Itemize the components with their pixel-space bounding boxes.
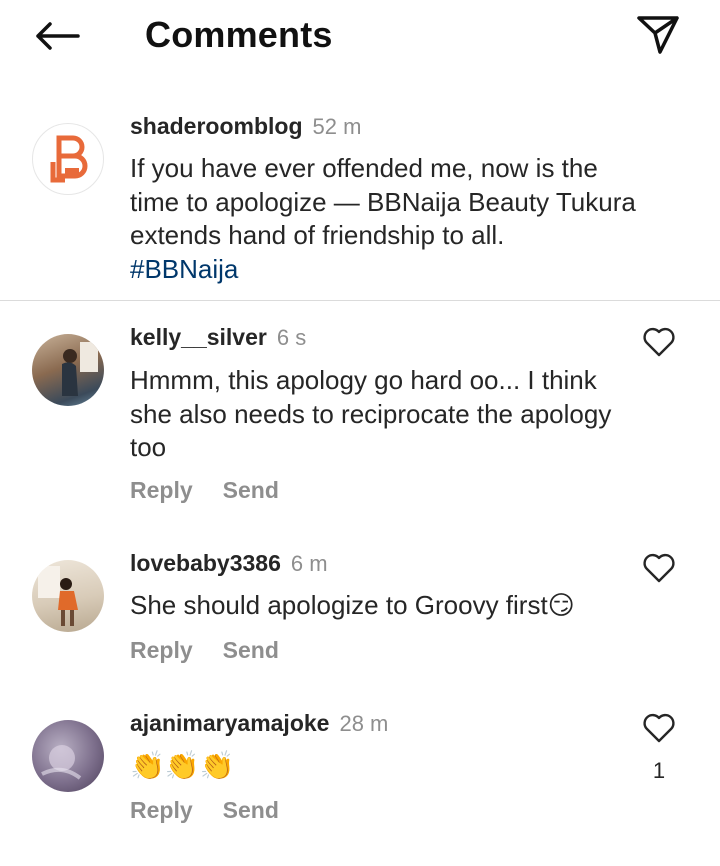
caption-username[interactable]: shaderoomblog	[130, 113, 303, 139]
send-button[interactable]: Send	[223, 477, 279, 503]
comment-text: 👏👏👏	[130, 749, 530, 784]
caption-meta: shaderoomblog 52 m	[130, 113, 361, 140]
caption-avatar[interactable]	[32, 123, 104, 195]
reply-button[interactable]: Reply	[130, 797, 193, 823]
caption-time: 52 m	[312, 114, 362, 139]
comment-actions: Reply Send	[130, 637, 309, 664]
comment-avatar[interactable]	[32, 334, 104, 406]
reply-button[interactable]: Reply	[130, 477, 193, 503]
comment-time: 6 s	[276, 325, 307, 350]
like-heart-icon[interactable]	[642, 325, 676, 359]
comment-avatar[interactable]	[32, 720, 104, 792]
comment-meta: lovebaby3386 6 m	[130, 550, 328, 577]
direct-message-button[interactable]	[632, 10, 684, 60]
comment-actions: Reply Send	[130, 477, 309, 504]
shaderoom-logo-icon	[50, 135, 88, 183]
like-heart-icon[interactable]	[642, 711, 676, 745]
like-count: 1	[652, 758, 666, 783]
comment-username[interactable]: lovebaby3386	[130, 550, 281, 576]
comment-meta: kelly__silver 6 s	[130, 324, 306, 351]
send-button[interactable]: Send	[223, 797, 279, 823]
like-heart-icon[interactable]	[642, 551, 676, 585]
divider	[0, 300, 720, 301]
comment-text: She should apologize to Groovy first😏	[130, 590, 575, 620]
comment-username[interactable]: kelly__silver	[130, 324, 267, 350]
avatar-photo	[38, 566, 78, 626]
back-button[interactable]	[30, 14, 84, 58]
caption-text: If you have ever offended me, now is the…	[130, 153, 636, 250]
comment-text: Hmmm, this apology go hard oo... I think…	[130, 365, 612, 462]
avatar-photo	[62, 342, 98, 396]
comment-time: 28 m	[339, 711, 389, 736]
caption-hashtag[interactable]: #BBNaija	[130, 254, 238, 284]
clapping-hands-emoji: 👏👏👏	[130, 750, 235, 781]
send-button[interactable]: Send	[223, 637, 279, 663]
comment-time: 6 m	[290, 551, 328, 576]
avatar-photo	[41, 745, 82, 780]
top-bar: Comments	[0, 0, 720, 72]
arrow-left-icon	[36, 22, 80, 50]
comment-actions: Reply Send	[130, 797, 309, 824]
comment-username[interactable]: ajanimaryamajoke	[130, 710, 329, 736]
comment-avatar[interactable]	[32, 560, 104, 632]
caption-text-block: If you have ever offended me, now is the…	[130, 152, 650, 286]
page-title: Comments	[145, 14, 333, 55]
comment-meta: ajanimaryamajoke 28 m	[130, 710, 388, 737]
paper-plane-icon	[637, 16, 679, 54]
reply-button[interactable]: Reply	[130, 637, 193, 663]
